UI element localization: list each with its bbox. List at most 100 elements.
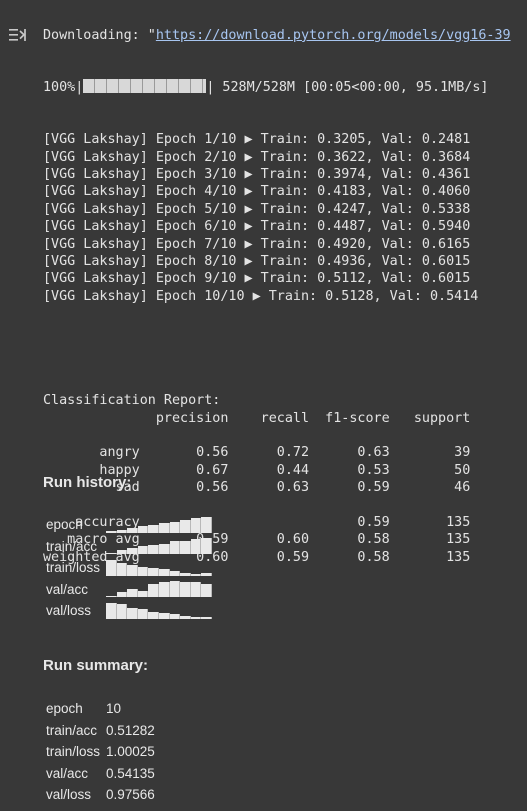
- sparkline-bar: [190, 518, 202, 533]
- run-history-key: train/acc: [46, 538, 98, 554]
- sparkline-bar: [127, 565, 138, 576]
- run-summary-key: train/acc: [46, 722, 98, 738]
- run-history-key: val/loss: [46, 603, 92, 619]
- run-summary-value: 1.00025: [106, 744, 155, 760]
- sparkline-bar: [201, 584, 212, 598]
- sparkline-bar: [137, 590, 149, 598]
- sparkline-bar: [169, 581, 181, 598]
- run-summary-row: train/acc 0.51282: [46, 720, 155, 742]
- sparkline-bar: [190, 574, 202, 576]
- run-summary-value: 0.51282: [106, 722, 155, 738]
- run-history-row: train/loss: [46, 557, 212, 579]
- run-summary-value: 10: [106, 701, 122, 717]
- sparkline-bar: [137, 566, 149, 576]
- sparkline-bar: [127, 607, 138, 619]
- sparkline-bar: [158, 523, 170, 533]
- sparkline-bar: [148, 567, 159, 576]
- epoch-log-line: [VGG Lakshay] Epoch 3/10 ▶ Train: 0.3974…: [43, 167, 471, 182]
- sparkline-bar: [158, 543, 170, 555]
- sparkline-bar: [169, 613, 181, 619]
- sparkline-bar: [180, 519, 191, 533]
- sparkline-bar: [169, 570, 181, 576]
- sparkline-bar: [201, 516, 212, 533]
- run-history-key: val/acc: [46, 581, 89, 597]
- run-summary-row: train/loss 1.00025: [46, 741, 155, 763]
- run-summary-row: epoch 10: [46, 698, 155, 720]
- epoch-log-line: [VGG Lakshay] Epoch 4/10 ▶ Train: 0.4183…: [43, 184, 471, 200]
- sparkline-bar: [169, 521, 181, 533]
- sparkline-bar: [148, 545, 159, 555]
- epoch-log-line: [VGG Lakshay] Epoch 1/10 ▶ Train: 0.3205…: [43, 132, 471, 148]
- run-summary-table: epoch 10 train/acc 0.51282 train/loss 1.00025…: [46, 698, 155, 806]
- sparkline-bar: [106, 559, 117, 576]
- sparkline: [106, 602, 212, 619]
- sparkline-bar: [180, 540, 191, 555]
- report-line: angry 0.56 0.72 0.63 39: [43, 445, 471, 461]
- sparkline-bar: [169, 540, 181, 555]
- sparkline-bar: [158, 613, 170, 619]
- sparkline: [106, 538, 212, 555]
- epoch-log-line: [VGG Lakshay] Epoch 7/10 ▶ Train: 0.4920…: [43, 236, 471, 252]
- run-history-row: val/acc: [46, 579, 212, 601]
- download-link[interactable]: https://download.pytorch.org/models/vgg1…: [156, 28, 511, 43]
- sparkline: [106, 516, 212, 533]
- sparkline-bar: [148, 584, 159, 598]
- sparkline-bar: [190, 581, 202, 598]
- sparkline-bar: [106, 595, 117, 598]
- run-summary-title: Run summary:: [43, 657, 149, 674]
- sparkline-bar: [201, 616, 212, 619]
- sparkline-bar: [180, 616, 191, 619]
- sparkline-bar: [158, 582, 170, 598]
- run-history-key: epoch: [46, 517, 83, 533]
- sparkline-bar: [137, 609, 149, 619]
- run-history-row: val/loss: [46, 600, 212, 622]
- report-line: Classification Report:: [43, 393, 221, 409]
- run-summary-value: 0.54135: [106, 765, 155, 781]
- run-history-row: epoch: [46, 514, 212, 536]
- sparkline: [106, 581, 212, 598]
- cell-output: Downloading: "https://download.pytorch.o…: [43, 0, 511, 583]
- sparkline-bar: [116, 550, 128, 555]
- sparkline-bar: [127, 547, 138, 555]
- run-history-title: Run history:: [43, 474, 132, 491]
- run-history-table: epoch train/acc train/loss val/acc val/loss: [46, 514, 212, 622]
- epoch-log-line: [VGG Lakshay] Epoch 8/10 ▶ Train: 0.4936…: [43, 253, 471, 269]
- download-line: Downloading: "https://download.pytorch.o…: [43, 27, 511, 43]
- epoch-log-line: [VGG Lakshay] Epoch 9/10 ▶ Train: 0.5112…: [43, 271, 471, 287]
- sparkline-bar: [116, 592, 128, 598]
- download-progress-bar: [83, 79, 207, 94]
- run-summary-row: val/loss 0.97566: [46, 784, 155, 806]
- epoch-log-line: [VGG Lakshay] Epoch 6/10 ▶ Train: 0.4487…: [43, 219, 471, 235]
- sparkline-bar: [106, 552, 117, 555]
- sparkline-bar: [106, 602, 117, 619]
- sparkline-bar: [116, 604, 128, 619]
- epoch-log-line: [VGG Lakshay] Epoch 2/10 ▶ Train: 0.3622…: [43, 149, 471, 165]
- sparkline-bar: [137, 526, 149, 533]
- sparkline-bar: [190, 617, 202, 619]
- progress-line: 100%| | 528M/528M [00:05<00:00, 95.1MB/s]: [43, 79, 489, 96]
- report-line: [43, 496, 511, 513]
- sparkline-bar: [201, 573, 212, 576]
- sparkline-bar: [127, 589, 138, 598]
- epoch-log-line: [VGG Lakshay] Epoch 10/10 ▶ Train: 0.512…: [43, 288, 479, 304]
- sparkline-bar: [106, 531, 117, 533]
- run-summary-row: val/acc 0.54135: [46, 763, 155, 785]
- run-summary-value: 0.97566: [106, 787, 155, 803]
- report-line: [43, 427, 511, 444]
- run-summary-key: val/acc: [46, 765, 89, 781]
- run-summary-key: train/loss: [46, 744, 101, 760]
- sparkline: [106, 559, 212, 576]
- epoch-log-line: [VGG Lakshay] Epoch 5/10 ▶ Train: 0.4247…: [43, 201, 471, 217]
- sparkline-bar: [180, 581, 191, 598]
- sparkline-bar: [127, 527, 138, 533]
- sparkline-bar: [148, 524, 159, 533]
- sparkline-bar: [201, 538, 212, 555]
- output-toggle-icon[interactable]: [8, 26, 28, 44]
- epoch-log: [VGG Lakshay] Epoch 1/10 ▶ Train: 0.3205…: [43, 131, 511, 305]
- report-line: precision recall f1-score support: [43, 410, 471, 426]
- run-summary-key: epoch: [46, 701, 83, 717]
- sparkline-bar: [148, 612, 159, 619]
- run-summary-key: val/loss: [46, 787, 92, 803]
- run-history-key: train/loss: [46, 560, 101, 576]
- sparkline-bar: [180, 572, 191, 576]
